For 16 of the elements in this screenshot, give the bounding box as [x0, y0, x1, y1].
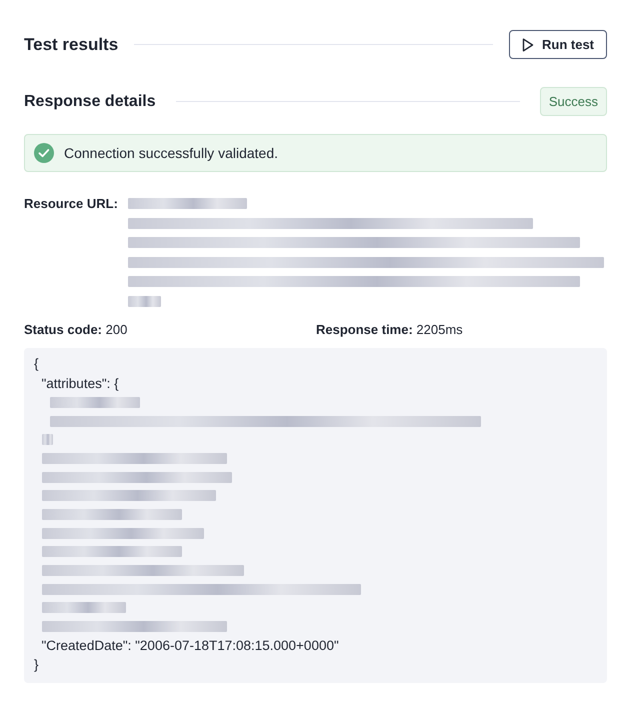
- run-test-button[interactable]: Run test: [509, 30, 607, 59]
- code-line: }: [34, 657, 39, 672]
- redacted-text: [42, 434, 54, 446]
- response-time: Response time: 2205ms: [316, 321, 463, 340]
- section-title: Response details: [24, 92, 156, 112]
- redacted-text: [128, 296, 162, 307]
- section-title: Test results: [24, 34, 118, 56]
- play-icon: [522, 38, 534, 52]
- field-label: Resource URL:: [24, 195, 119, 213]
- code-line: "attributes": {: [40, 376, 119, 390]
- status-code: Status code: 200: [24, 321, 128, 340]
- code-line: "CreatedDate": "2006-07-18T17:08:15.000+0000": [40, 638, 339, 653]
- alert-message: Connection successfully validated.: [64, 144, 278, 163]
- status-badge: Success: [540, 87, 607, 116]
- check-circle-icon: [34, 143, 54, 163]
- code-line: {: [34, 356, 39, 371]
